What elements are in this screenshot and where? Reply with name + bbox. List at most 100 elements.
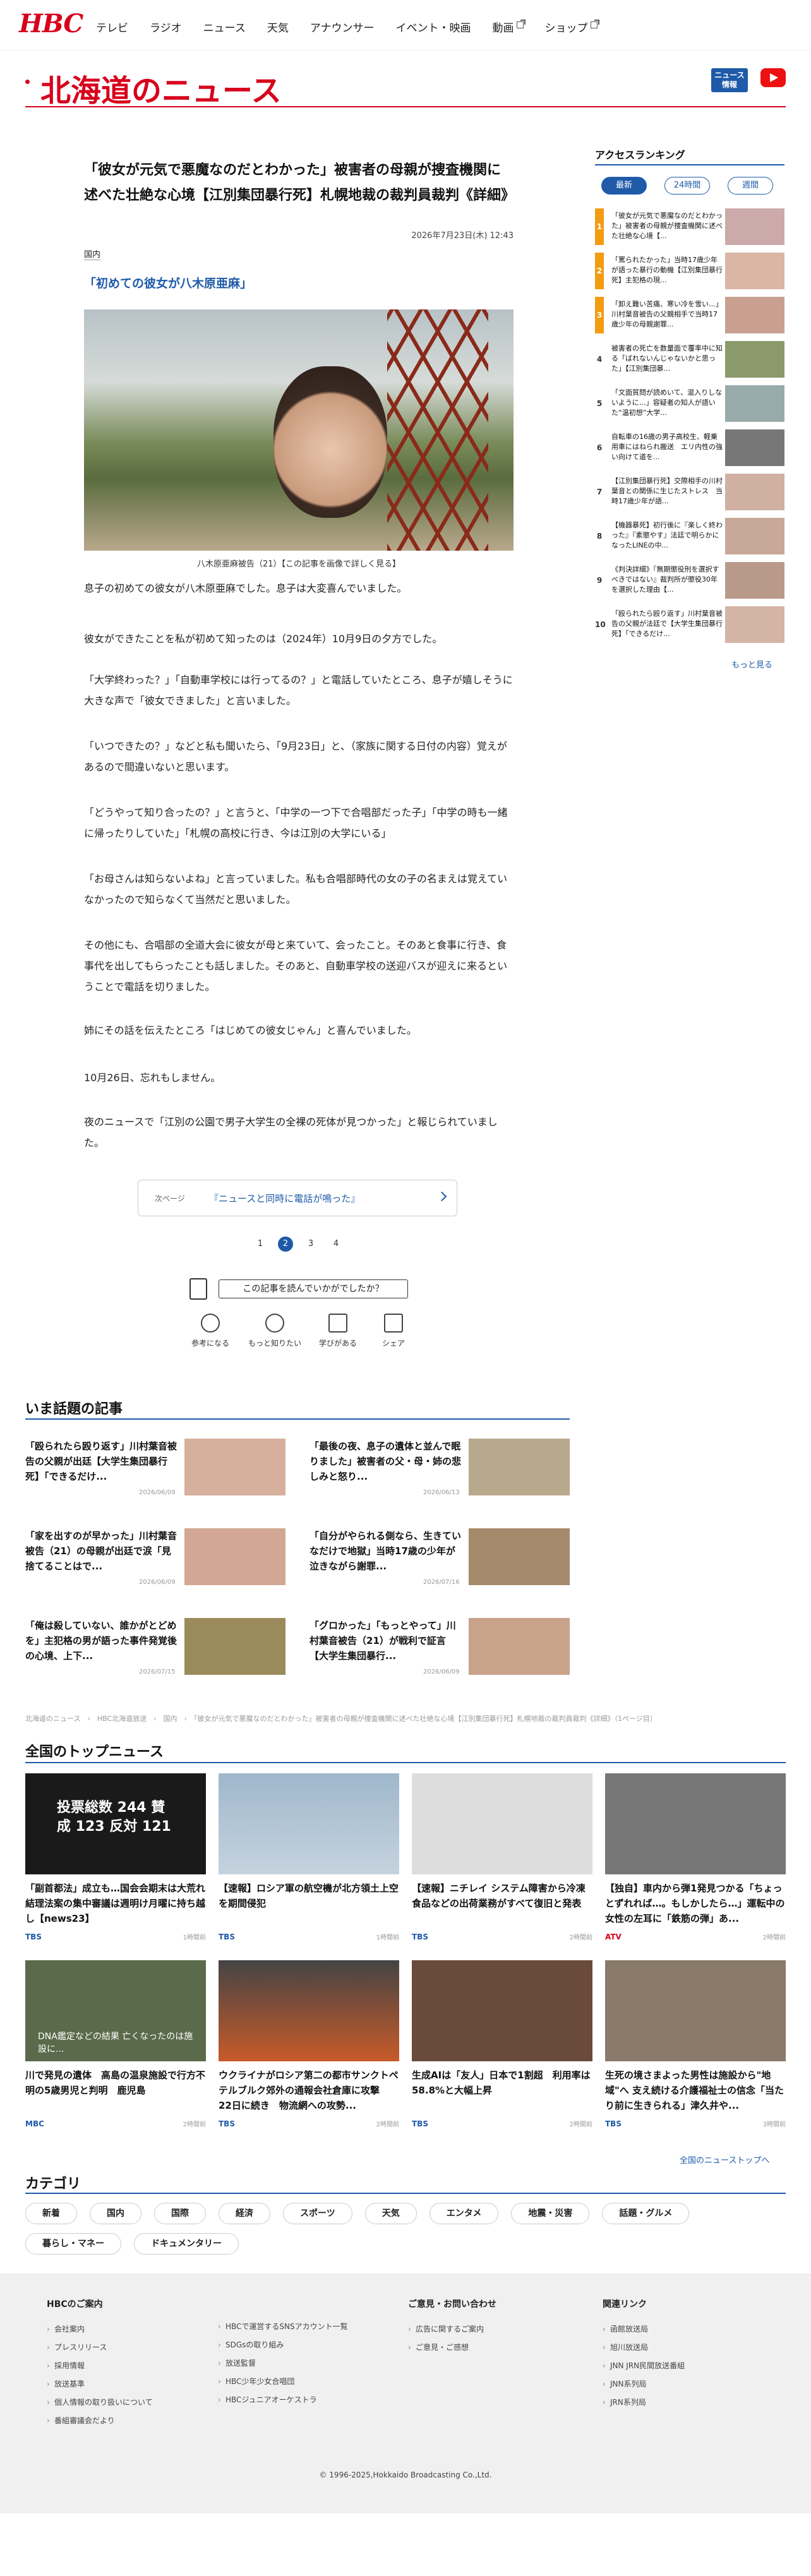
nav-item-events[interactable]: イベント・映画 — [396, 19, 471, 35]
hot-article[interactable]: 「自分がやられる側なら、生きていなだけで地獄」当時17歳の少年が泣きながら謝罪.… — [309, 1528, 585, 1599]
nav-item-tv[interactable]: テレビ — [96, 19, 128, 35]
footer-link[interactable]: 広告に関するご案内 — [408, 2320, 496, 2339]
footer-link[interactable]: JNN JRN民間放送番組 — [603, 2357, 685, 2375]
hot-article[interactable]: 「俺は殺していない、誰かがとどめを」主犯格の男が語った事件発覚後の心境、上下..… — [25, 1618, 301, 1689]
ranking-item[interactable]: 9 《判決詳細》『無期懲役刑を選択すべきではない』裁判所が懲役30年を選択した理由… — [595, 562, 784, 599]
top-news-thumb — [412, 1773, 592, 1874]
paragraph: 10月26日、忘れもしません。 — [84, 1072, 221, 1084]
lightbulb-icon — [201, 1314, 220, 1333]
footer-link[interactable]: HBC少年少女合唱団 — [218, 2373, 348, 2391]
page-number[interactable]: 3 — [303, 1237, 318, 1252]
news-info-button[interactable]: ニュース 情報 — [711, 68, 748, 92]
top-news-item[interactable]: 生成AIは「友人」日本で1割超 利用率は58.8%と大幅上昇 TBS 2時間前 — [412, 1960, 592, 2128]
footer-link[interactable]: 採用情報 — [47, 2357, 153, 2375]
top-news-item[interactable]: 投票総数 244 賛成 123 反対 121 「副首都法」成立も…国会会期末は大… — [25, 1773, 206, 1941]
footer-link[interactable]: HBCで運営するSNSアカウント一覧 — [218, 2318, 348, 2336]
share-icon — [384, 1314, 403, 1333]
tab-24h[interactable]: 24時間 — [664, 177, 710, 195]
category-chip[interactable]: 国際 — [154, 2203, 206, 2224]
hot-section-divider — [25, 1418, 570, 1420]
footer-link[interactable]: 函館放送局 — [603, 2320, 685, 2339]
footer-link[interactable]: JRN系列局 — [603, 2393, 685, 2412]
nav-item-video[interactable]: 動画 — [493, 19, 526, 35]
survey-icon — [189, 1278, 207, 1300]
footer-link[interactable]: HBCジュニアオーケストラ — [218, 2391, 348, 2409]
ranking-item[interactable]: 3 「卸え難い苦痛、寒い冷を雪い…」川村葉音被告の父親相手で当時17歳少年の母親謝… — [595, 297, 784, 333]
nav-item-announcer[interactable]: アナウンサー — [310, 19, 375, 35]
top-news-item[interactable]: 【独自】車内から弾1発見つかる「ちょっとずれれば…。もしかしたら…」運転中の女性… — [605, 1773, 786, 1941]
footer-link[interactable]: ご意見・ご感想 — [408, 2339, 496, 2357]
top-news-item[interactable]: 生死の境さまよった男性は施設から"地域"へ 支え続ける介護福祉士の信念「当たり前… — [605, 1960, 786, 2128]
hot-article[interactable]: 「最後の夜、息子の遺体と並んで眠りました」被害者の父・母・姉の悲しみと怒り...… — [309, 1439, 585, 1509]
paragraph: 彼女ができたことを私が初めて知ったのは（2024年）10月9日の夕方でした。 — [84, 633, 443, 645]
footer-col-about: HBCのご案内 会社案内 プレスリリース 採用情報 放送基準 個人情報の取り扱い… — [47, 2297, 153, 2430]
nav-item-weather[interactable]: 天気 — [267, 19, 289, 35]
page-number-current[interactable]: 2 — [278, 1237, 293, 1252]
footer-link[interactable]: 放送監督 — [218, 2354, 348, 2373]
top-news-item[interactable]: 【速報】ロシア軍の航空機が北方領土上空を期間侵犯 TBS 1時間前 — [219, 1773, 399, 1941]
header-bullet — [25, 80, 30, 84]
article-category[interactable]: 国内 — [84, 248, 101, 260]
reaction-helpful[interactable]: 参考になる — [182, 1314, 239, 1348]
top-news-item[interactable]: ウクライナがロシア第二の都市サンクトペテルブルク郊外の通報会社倉庫に攻撃 22日… — [219, 1960, 399, 2128]
article-photo[interactable] — [84, 309, 514, 551]
hot-thumb — [469, 1439, 570, 1495]
page-number[interactable]: 1 — [253, 1237, 268, 1252]
category-chip[interactable]: エンタメ — [429, 2203, 499, 2224]
tab-latest[interactable]: 最新 — [601, 177, 647, 195]
next-page-link[interactable]: 次ページ 『ニュースと同時に電話が鳴った』 — [138, 1180, 457, 1216]
breadcrumb[interactable]: 北海道のニュース › HBC北海道放送 › 国内 › 「彼女が元気で悪魔なのだと… — [25, 1713, 657, 1723]
nav-item-news[interactable]: ニュース — [203, 19, 246, 35]
reaction-learn[interactable]: 学びがある — [309, 1314, 366, 1348]
footer-link[interactable]: 放送基準 — [47, 2375, 153, 2393]
hbc-logo[interactable]: HBC — [19, 9, 83, 39]
photo-tower — [387, 309, 488, 551]
article-header: 「彼女が元気で悪魔なのだとわかった」被害者の母親が捜査機関に述べた壮絶な心境【江… — [84, 158, 515, 208]
category-chip[interactable]: ドキュメンタリー — [134, 2233, 239, 2255]
footer-link[interactable]: 会社案内 — [47, 2320, 153, 2339]
top-news-item[interactable]: DNA鑑定などの結果 亡くなったのは施設に... 川で発見の遺体 高島の温泉施設… — [25, 1960, 206, 2128]
footer-link[interactable]: SDGsの取り組み — [218, 2336, 348, 2354]
nav-item-shop[interactable]: ショップ — [545, 19, 599, 35]
category-chip[interactable]: 天気 — [364, 2203, 417, 2224]
top-news-item[interactable]: 【速報】ニチレイ システム障害から冷凍食品などの出荷業務がすべて復旧と発表 TBS… — [412, 1773, 592, 1941]
page-number[interactable]: 4 — [328, 1237, 344, 1252]
footer-link[interactable]: JNN系列局 — [603, 2375, 685, 2393]
category-chip[interactable]: 話題・グルメ — [602, 2203, 690, 2224]
caption-text: 八木原亜麻被告（21） — [196, 560, 282, 569]
ranking-item[interactable]: 5 「文面質問が読めいて、混入りしないように…」容疑者の知人が語いた“温初想”大学… — [595, 385, 784, 422]
top-news-thumb: 投票総数 244 賛成 123 反対 121 — [25, 1773, 206, 1874]
footer-link[interactable]: 個人情報の取り扱いについて — [47, 2393, 153, 2412]
category-chip[interactable]: 国内 — [90, 2203, 141, 2224]
caption-link[interactable]: 【この記事を画像で詳しく見る】 — [282, 560, 401, 569]
nav-item-radio[interactable]: ラジオ — [150, 19, 182, 35]
ranking-item[interactable]: 1 「彼女が元気で悪魔なのだとわかった」被害者の母親が捜査機関に述べた壮絶な心境【… — [595, 208, 784, 245]
reaction-more[interactable]: もっと知りたい — [246, 1314, 303, 1348]
tab-weekly[interactable]: 週間 — [728, 177, 773, 195]
footer-link[interactable]: プレスリリース — [47, 2339, 153, 2357]
copyright: © 1996-2025,Hokkaido Broadcasting Co.,Lt… — [319, 2471, 492, 2479]
ranking-item[interactable]: 8 【機器暴死】初行後に『楽しく終わった』『素懲やす』法廷で明らかになったLINE… — [595, 518, 784, 554]
category-chip[interactable]: 地震・災害 — [511, 2203, 590, 2224]
top-news-more-link[interactable]: 全国のニューストップへ — [680, 2154, 769, 2166]
hot-article[interactable]: 「殴られたら殴り返す」川村葉音被告の父親が出廷【大学生集団暴行死】「できるだけ.… — [25, 1439, 301, 1509]
ranking-item[interactable]: 2 「罵られたかった」当時17歳少年が語った暴行の動機【江別集団暴行死】主犯格の現… — [595, 253, 784, 289]
footer-link[interactable]: 番組審議会だより — [47, 2412, 153, 2430]
youtube-icon[interactable] — [760, 68, 786, 87]
ranking-more-link[interactable]: もっと見る — [731, 658, 772, 670]
top-news-thumb — [412, 1960, 592, 2061]
category-chip[interactable]: スポーツ — [283, 2203, 352, 2224]
category-chip[interactable]: 新着 — [25, 2203, 77, 2224]
ranking-item[interactable]: 6 自転車の16歳の男子高校生、軽乗用車にはねられ搬送 エリ内性の強い向けて道を.… — [595, 429, 784, 466]
ranking-item[interactable]: 7 【江別集団暴行死】交際相手の川村葉音との関係に生じたストレス 当時17歳少年が… — [595, 474, 784, 510]
category-chip[interactable]: 暮らし・マネー — [25, 2233, 121, 2255]
category-chip[interactable]: 経済 — [219, 2203, 270, 2224]
hot-article[interactable]: 「グロかった」「もっとやって」川村葉音被告（21）が戦利で証言【大学生集団暴行.… — [309, 1618, 585, 1689]
ranking-item[interactable]: 4 被害者の死亡を数量面で覆率中に知る「ばれないんじゃないかと思った」【江別集団暴… — [595, 341, 784, 378]
reaction-share[interactable]: シェア — [365, 1314, 422, 1348]
ranking-item[interactable]: 10 「殴られたら殴り返す」川村葉音被告の父親が法廷で【大学生集団暴行死】「できる… — [595, 606, 784, 643]
hot-article[interactable]: 「家を出すのが早かった」川村葉音被告（21）の母親が出廷で涙「見捨てることはで.… — [25, 1528, 301, 1599]
footer-link[interactable]: 旭川放送局 — [603, 2339, 685, 2357]
external-link-icon — [590, 20, 599, 28]
main-menu: テレビ ラジオ ニュース 天気 アナウンサー イベント・映画 動画 ショップ — [96, 19, 599, 35]
